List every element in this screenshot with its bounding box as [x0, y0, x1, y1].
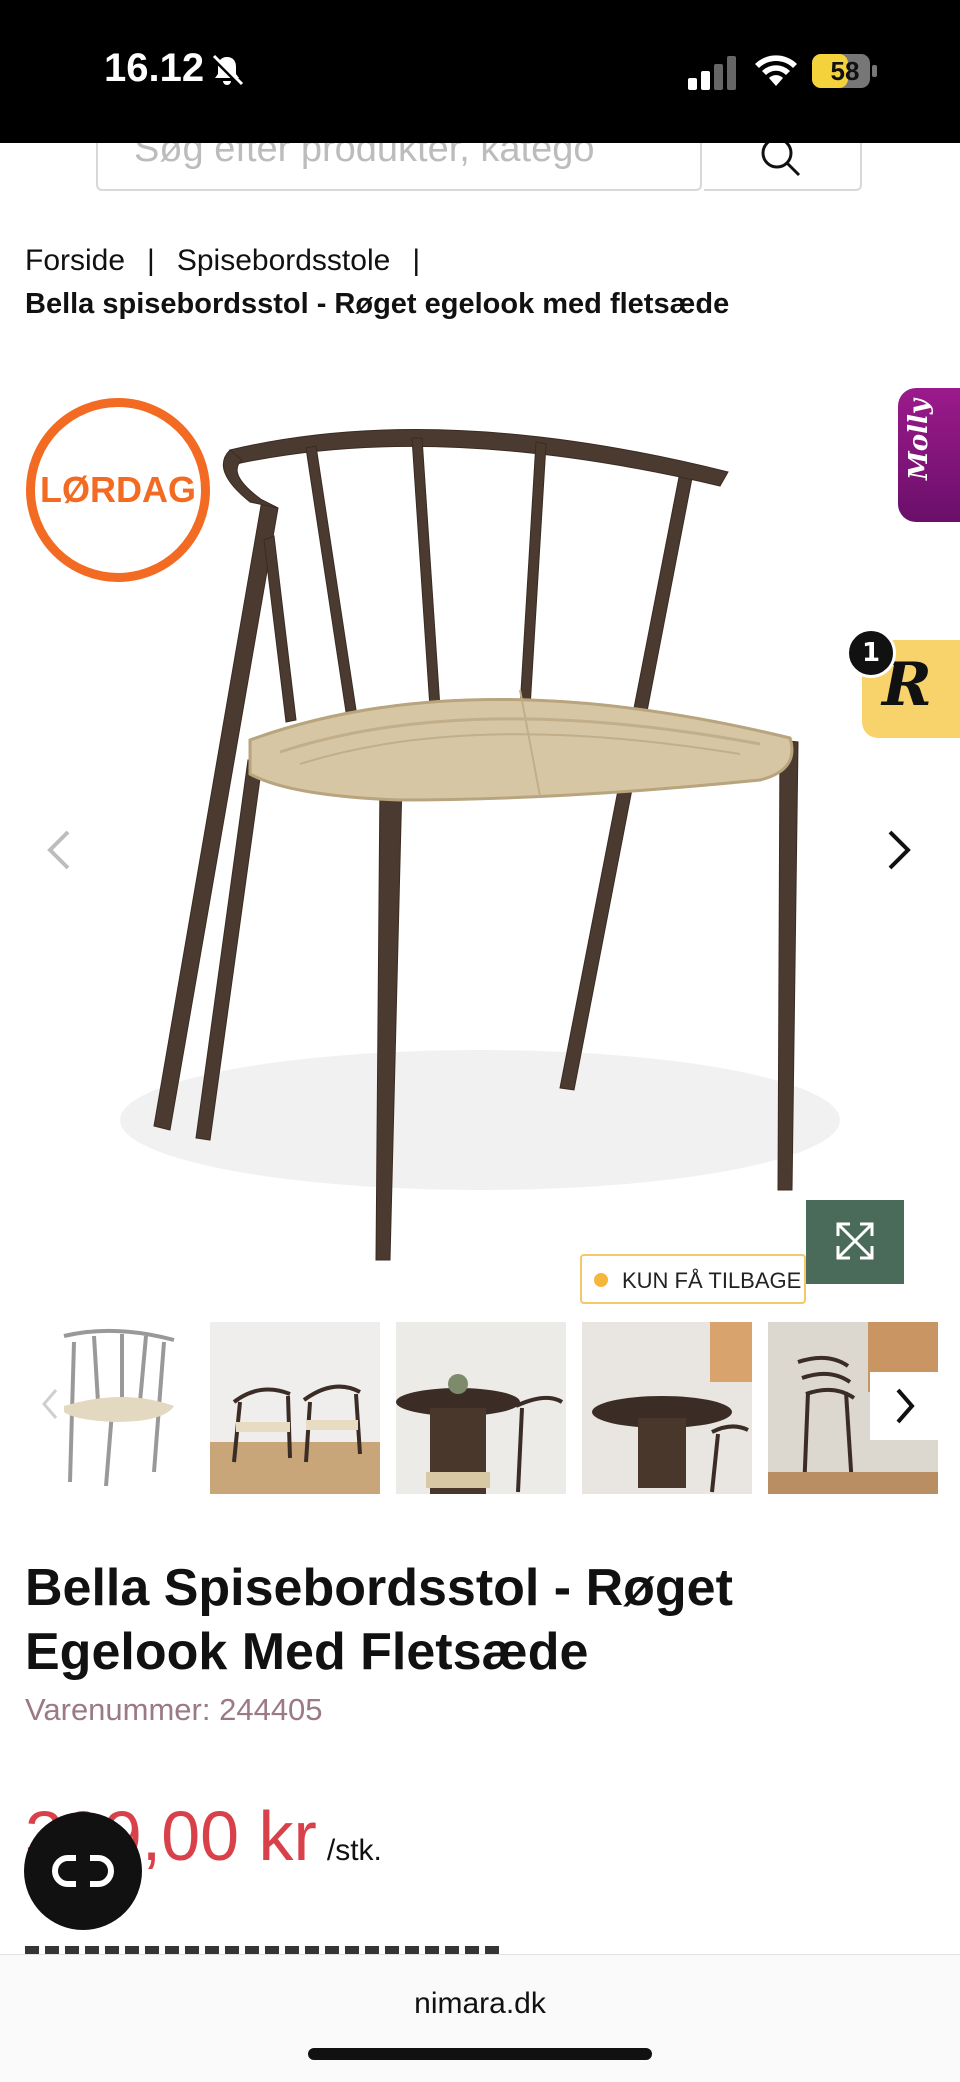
- thumbnail-strip: [24, 1322, 940, 1494]
- stock-status-tag: KUN FÅ TILBAGE: [580, 1254, 806, 1304]
- molly-widget-tab[interactable]: Molly: [898, 388, 960, 522]
- reviews-count-badge: 1: [846, 628, 896, 678]
- breadcrumb: Forside | Spisebordsstole |: [25, 244, 442, 278]
- status-bar: 16.12 58: [0, 0, 960, 143]
- thumbnail-2[interactable]: [210, 1322, 380, 1494]
- browser-address-bar[interactable]: nimara.dk: [0, 1954, 960, 2082]
- fullscreen-button[interactable]: [806, 1200, 904, 1284]
- thumbnail-next-button[interactable]: [870, 1372, 940, 1440]
- molly-label: Molly: [904, 399, 934, 480]
- chat-button[interactable]: [24, 1812, 142, 1930]
- status-dot-icon: [594, 1273, 608, 1287]
- chevron-left-icon[interactable]: [44, 826, 74, 874]
- search-bar: Søg efter produkter, katego: [96, 143, 862, 195]
- chevron-right-icon: [896, 1388, 915, 1424]
- search-input[interactable]: Søg efter produkter, katego: [96, 143, 702, 191]
- status-time: 16.12: [104, 46, 205, 90]
- bell-muted-icon: [211, 54, 244, 87]
- expand-icon: [836, 1222, 874, 1260]
- cellular-signal-icon: [688, 56, 736, 90]
- stock-status-label: KUN FÅ TILBAGE: [622, 1268, 802, 1293]
- product-title: Bella Spisebordsstol - Røget Egelook Med…: [25, 1559, 733, 1681]
- price-unit: /stk.: [326, 1834, 382, 1867]
- breadcrumb-category[interactable]: Spisebordsstole: [177, 244, 390, 277]
- breadcrumb-home[interactable]: Forside: [25, 244, 125, 277]
- thumbnail-3[interactable]: [396, 1322, 566, 1494]
- breadcrumb-separator: |: [412, 244, 421, 277]
- browser-domain: nimara.dk: [414, 1987, 546, 2020]
- breadcrumb-separator: |: [147, 244, 155, 277]
- chevron-right-icon[interactable]: [884, 826, 914, 874]
- wifi-icon: [755, 55, 797, 86]
- breadcrumb-current: Bella spisebordsstol - Røget egelook med…: [25, 288, 730, 320]
- sale-badge: LØRDAG: [26, 398, 210, 582]
- product-sku: Varenummer: 244405: [25, 1692, 323, 1727]
- chat-icon: [52, 1855, 114, 1887]
- search-button[interactable]: [704, 143, 862, 191]
- thumbnail-4[interactable]: [582, 1322, 752, 1494]
- thumbnail-prev-icon[interactable]: [40, 1386, 60, 1422]
- home-indicator[interactable]: [308, 2048, 652, 2060]
- search-placeholder: Søg efter produkter, katego: [134, 143, 595, 170]
- search-icon: [761, 143, 801, 177]
- battery-level: 58: [830, 56, 860, 86]
